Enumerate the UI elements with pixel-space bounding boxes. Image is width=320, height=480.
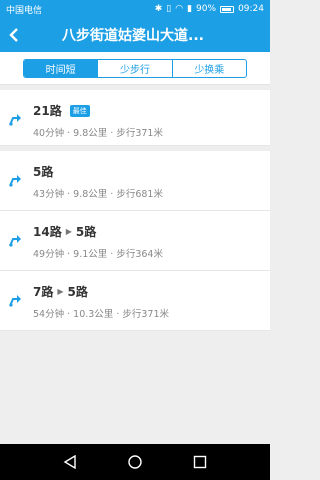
line-label: 5路	[67, 285, 88, 299]
route-name: 14路 ▶ 5路	[33, 223, 96, 240]
route-meta: 49分钟 · 9.1公里 · 步行364米	[33, 249, 163, 260]
route-meta: 43分钟 · 9.8公里 · 步行681米	[33, 189, 163, 200]
line-label: 14路	[33, 225, 62, 239]
route-name: 21路 最佳	[33, 102, 90, 119]
battery-icon	[220, 5, 235, 13]
title-bar: 八步街道姑婆山大道...	[0, 18, 270, 52]
route-turn-icon	[9, 295, 21, 307]
route-item[interactable]: 14路 ▶ 5路 49分钟 · 9.1公里 · 步行364米	[0, 211, 270, 271]
tab-fewer-transfers[interactable]: 少换乘	[173, 60, 246, 77]
back-triangle-icon[interactable]	[60, 452, 80, 472]
line-label: 21路	[33, 104, 62, 118]
back-chevron-icon[interactable]	[0, 18, 28, 52]
route-name: 5路	[33, 163, 53, 180]
status-time: 09:24	[238, 4, 264, 14]
tabs-bar: 时间短 少步行 少换乘	[0, 52, 270, 85]
route-turn-icon	[9, 235, 21, 247]
route-turn-icon	[9, 175, 21, 187]
line-label: 7路	[33, 285, 54, 299]
route-meta: 40分钟 · 9.8公里 · 步行371米	[33, 128, 163, 139]
route-list: 21路 最佳 40分钟 · 9.8公里 · 步行371米 5路 43分钟 · 9…	[0, 90, 270, 331]
system-nav-bar	[0, 444, 270, 480]
vibrate-icon: ▯	[166, 3, 172, 14]
home-circle-icon[interactable]	[125, 452, 145, 472]
route-name: 7路 ▶ 5路	[33, 283, 88, 300]
battery-percent: 90%	[196, 4, 217, 14]
line-label: 5路	[33, 165, 54, 179]
page-title: 八步街道姑婆山大道...	[62, 28, 204, 44]
route-item[interactable]: 21路 最佳 40分钟 · 9.8公里 · 步行371米	[0, 90, 270, 146]
tab-shortest-time[interactable]: 时间短	[24, 60, 99, 77]
carrier-label: 中国电信	[6, 5, 43, 16]
route-sort-tabs: 时间短 少步行 少换乘	[23, 59, 247, 78]
wifi-icon: ◠	[175, 3, 184, 14]
status-bar: 中国电信 ✱ ▯ ◠ ▮ 90% 09:24	[0, 0, 270, 18]
best-badge: 最佳	[69, 104, 90, 117]
line-label: 5路	[75, 225, 97, 239]
route-item[interactable]: 5路 43分钟 · 9.8公里 · 步行681米	[0, 151, 270, 211]
route-turn-icon	[9, 114, 21, 126]
route-item[interactable]: 7路 ▶ 5路 54分钟 · 10.3公里 · 步行371米	[0, 271, 270, 331]
recent-square-icon[interactable]	[190, 452, 210, 472]
bluetooth-icon: ✱	[154, 3, 163, 14]
route-meta: 54分钟 · 10.3公里 · 步行371米	[33, 309, 169, 320]
transfer-arrow-icon: ▶	[65, 227, 72, 236]
signal-4g-icon: ▮	[187, 3, 193, 14]
tab-less-walking[interactable]: 少步行	[98, 60, 173, 77]
transfer-arrow-icon: ▶	[57, 287, 64, 296]
